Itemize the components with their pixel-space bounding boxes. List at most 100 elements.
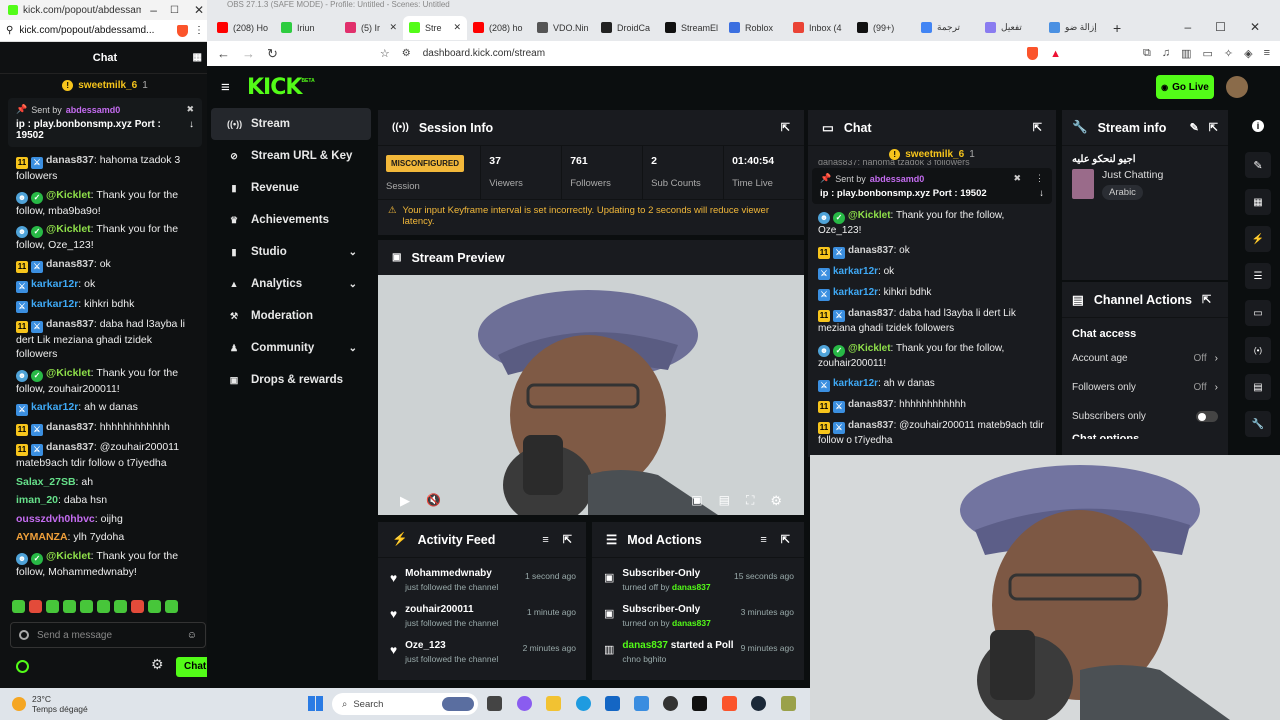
activity-user[interactable]: zouhair200011	[405, 604, 498, 615]
unpin-icon[interactable]: ✖	[1013, 173, 1021, 184]
reload-icon[interactable]: ↻	[267, 46, 278, 62]
copilot-icon[interactable]	[517, 696, 532, 711]
browser-tab[interactable]: VDO.Nin	[531, 16, 595, 40]
mute-icon[interactable]: 🔇	[426, 493, 441, 509]
edit-icon[interactable]: ✎	[1190, 121, 1199, 134]
chat-username[interactable]: danas837	[848, 308, 894, 319]
activity-user[interactable]: Oze_123	[405, 640, 498, 651]
outlook-icon[interactable]	[605, 696, 620, 711]
chat-username[interactable]: karkar12r	[833, 287, 878, 298]
chat-username[interactable]: karkar12r	[833, 378, 878, 389]
pinned-user[interactable]: abdessamd0	[66, 105, 121, 115]
mod-action-user[interactable]: danas837	[622, 640, 668, 651]
sidebar-item-studio[interactable]: ▮ Studio ⌄	[211, 236, 371, 268]
chevron-right-icon[interactable]: ›	[1215, 353, 1218, 364]
chat-username[interactable]: ousszdvh0hbvc	[16, 513, 95, 525]
chat-username[interactable]: @Kicklet	[46, 367, 91, 379]
chat-access-row[interactable]: Followers only Off ›	[1062, 373, 1228, 402]
info-icon[interactable]: i	[1252, 120, 1264, 132]
browser-tab[interactable]: (99+)	[851, 16, 915, 40]
go-live-button[interactable]: ◉ Go Live	[1156, 75, 1214, 99]
taskbar-search[interactable]: ⌕ Search	[332, 693, 478, 715]
minimize-icon[interactable]: –	[1184, 20, 1191, 34]
browser-tab[interactable]: Roblox	[723, 16, 787, 40]
sidebar-icon[interactable]: ▥	[1181, 47, 1191, 60]
chat-username[interactable]: danas837	[848, 420, 894, 431]
settings-sliders-icon[interactable]: ⚲	[6, 25, 13, 36]
brave-icon[interactable]	[722, 696, 737, 711]
popout-chat-button[interactable]: Chat	[176, 657, 210, 677]
chat-username[interactable]: danas837	[46, 441, 94, 453]
kick-logo[interactable]: KICK	[247, 75, 302, 100]
chat-username[interactable]: danas837	[46, 258, 94, 270]
task-view-icon[interactable]	[487, 696, 502, 711]
mod-action-by[interactable]: danas837	[672, 618, 711, 628]
forward-icon[interactable]: →	[242, 46, 255, 61]
sidebar-item-analytics[interactable]: ▲ Analytics ⌄	[211, 268, 371, 300]
weather-widget[interactable]: 23°C Temps dégagé	[0, 694, 88, 714]
chat-username[interactable]: karkar12r	[31, 298, 78, 310]
activity-user[interactable]: Mohammedwnaby	[405, 568, 498, 579]
emote-icon[interactable]	[46, 600, 59, 613]
chevron-down-icon[interactable]: ⌄	[349, 279, 357, 290]
emote-icon[interactable]	[29, 600, 42, 613]
minimize-icon[interactable]: –	[146, 3, 161, 17]
browser-tab[interactable]: (208) ho	[467, 16, 531, 40]
popout-icon[interactable]: ⇱	[563, 533, 572, 546]
chat-username[interactable]: danas837	[46, 421, 94, 433]
vpn-icon[interactable]: ◈	[1244, 47, 1252, 60]
sidebar-item-moderation[interactable]: ⚒ Moderation	[211, 300, 371, 332]
chat-access-row[interactable]: Account age Off ›	[1062, 344, 1228, 373]
list-icon[interactable]: ☰	[1245, 263, 1271, 289]
gift-user[interactable]: sweetmilk_6	[78, 80, 137, 91]
popout-url[interactable]: kick.com/popout/abdessamd...	[19, 25, 171, 36]
clip-icon[interactable]: ▤	[719, 493, 730, 509]
gift-user[interactable]: sweetmilk_6	[905, 149, 964, 160]
chat-username[interactable]: karkar12r	[833, 266, 878, 277]
settings-gear-icon[interactable]: ⚙	[151, 656, 164, 673]
chat-bubble-icon[interactable]: ▭	[1245, 300, 1271, 326]
browser-tab[interactable]: DroidCa	[595, 16, 659, 40]
tab-close-icon[interactable]: ✕	[453, 22, 461, 33]
popout-icon[interactable]: ⇱	[1202, 293, 1211, 306]
edit-icon[interactable]: ✎	[1245, 152, 1271, 178]
steam-icon[interactable]	[751, 696, 766, 711]
sidebar-item-drops-rewards[interactable]: ▣ Drops & rewards	[211, 364, 371, 396]
play-icon[interactable]: ▶	[400, 493, 410, 509]
fullscreen-icon[interactable]: ⛶	[746, 493, 754, 509]
brave-shield-icon[interactable]	[1027, 47, 1039, 60]
chat-username[interactable]: @Kicklet	[848, 343, 891, 354]
browser-tab[interactable]: ترجمة	[915, 16, 979, 40]
chevron-right-icon[interactable]: ›	[1215, 382, 1218, 393]
browser-tab[interactable]: إزالة ضو	[1043, 16, 1107, 40]
emote-icon[interactable]	[148, 600, 161, 613]
music-icon[interactable]: ♫	[1162, 47, 1170, 60]
popout-icon[interactable]: ⇱	[1209, 121, 1218, 134]
users-icon[interactable]: ▦	[193, 52, 202, 63]
avatar[interactable]	[1226, 76, 1248, 98]
browser-tab[interactable]: Stre ✕	[403, 15, 467, 40]
browser-tab[interactable]: StreamEl	[659, 16, 723, 40]
maximize-icon[interactable]: ☐	[166, 5, 183, 16]
sidebar-item-stream-url-key[interactable]: ⊘ Stream URL & Key	[211, 140, 371, 172]
filter-icon[interactable]: ≡	[542, 534, 548, 546]
popout-urlbar[interactable]: ⚲ kick.com/popout/abdessamd... ⋮	[0, 20, 210, 42]
emote-icon[interactable]	[12, 600, 25, 613]
chat-username[interactable]: danas837	[46, 318, 94, 330]
sidebar-item-revenue[interactable]: ▮ Revenue	[211, 172, 371, 204]
edge-icon[interactable]	[576, 696, 591, 711]
chat-username[interactable]: karkar12r	[31, 401, 78, 413]
browser-tab[interactable]: Iriun	[275, 16, 339, 40]
sidebar-item-community[interactable]: ♟ Community ⌄	[211, 332, 371, 364]
filter-icon[interactable]: ≡	[760, 534, 766, 546]
lightning-icon[interactable]: ⚡	[1245, 226, 1271, 252]
emote-icon[interactable]	[114, 600, 127, 613]
emoji-icon[interactable]: ☺	[187, 630, 197, 641]
chat-username[interactable]: AYMANZA	[16, 531, 68, 543]
store-icon[interactable]	[634, 696, 649, 711]
mod-action-by[interactable]: danas837	[672, 582, 711, 592]
brave-rewards-icon[interactable]: ▲	[1050, 48, 1061, 60]
chat-username[interactable]: @Kicklet	[46, 189, 91, 201]
leo-icon[interactable]: ✧	[1224, 47, 1233, 60]
tab-close-icon[interactable]: ✕	[389, 22, 397, 33]
